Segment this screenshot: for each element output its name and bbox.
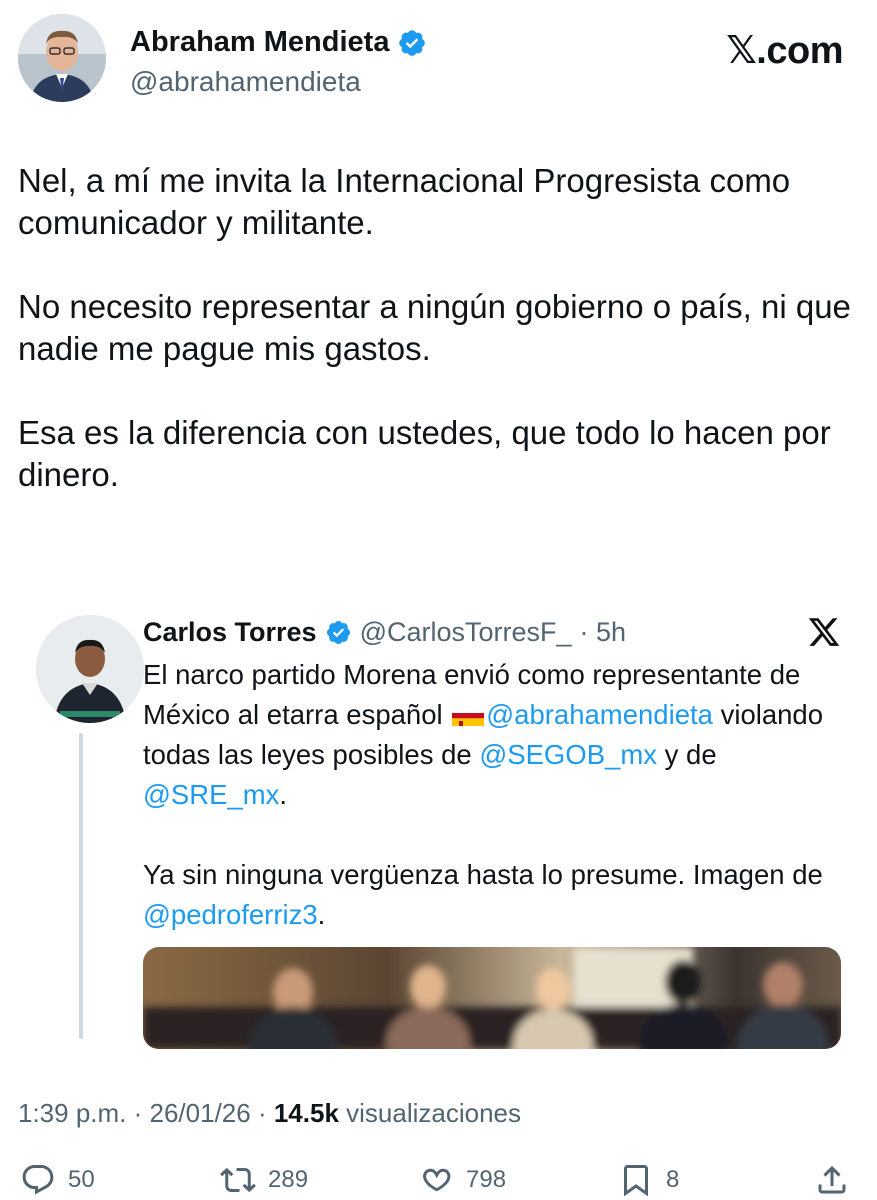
repost-button[interactable]: 289 xyxy=(220,1162,308,1198)
verified-badge-icon xyxy=(325,619,352,646)
views-count: 14.5k xyxy=(273,1098,339,1128)
views-label: visualizaciones xyxy=(338,1098,522,1128)
quoted-author-handle[interactable]: @CarlosTorresF_ xyxy=(360,617,572,648)
post-paragraph: No necesito representar a ningún gobiern… xyxy=(18,288,851,367)
quoted-author-name[interactable]: Carlos Torres xyxy=(143,617,317,648)
author-avatar[interactable] xyxy=(18,14,106,102)
reply-count: 50 xyxy=(68,1166,95,1193)
mention-link[interactable]: @SRE_mx xyxy=(143,779,279,810)
post-text: Nel, a mí me invita la Internacional Pro… xyxy=(18,160,858,538)
mention-link[interactable]: @abrahamendieta xyxy=(486,699,713,730)
post-meta: 1:39 p.m. · 26/01/26 · 14.5k visualizaci… xyxy=(18,1098,521,1129)
bookmark-icon xyxy=(624,1165,648,1197)
quoted-text-segment: . xyxy=(279,779,288,810)
mention-link[interactable]: @SEGOB_mx xyxy=(479,739,657,770)
share-icon xyxy=(818,1165,846,1194)
quoted-author-avatar[interactable] xyxy=(36,615,144,723)
spain-flag-icon xyxy=(452,705,485,726)
share-button[interactable] xyxy=(814,1162,850,1198)
like-count: 798 xyxy=(466,1166,507,1193)
like-button[interactable]: 798 xyxy=(418,1162,506,1198)
x-com-logo: 𝕏.com xyxy=(726,30,843,72)
reply-button[interactable]: 50 xyxy=(20,1162,95,1198)
like-icon xyxy=(423,1168,451,1192)
meta-separator: · xyxy=(250,1098,274,1128)
post-time[interactable]: 1:39 p.m. xyxy=(18,1098,126,1128)
repost-count: 289 xyxy=(268,1166,309,1193)
post-paragraph: Nel, a mí me invita la Internacional Pro… xyxy=(18,162,791,241)
bookmark-button[interactable]: 8 xyxy=(618,1162,679,1198)
post-paragraph: Esa es la diferencia con ustedes, que to… xyxy=(18,414,831,493)
mention-link[interactable]: @pedroferriz3 xyxy=(143,899,318,930)
bookmark-count: 8 xyxy=(666,1166,680,1193)
author-handle[interactable]: @abrahamendieta xyxy=(130,66,361,98)
quoted-post[interactable]: Carlos Torres @CarlosTorresF_ · 5h El na… xyxy=(18,595,861,1075)
quoted-timestamp: · 5h xyxy=(579,617,627,647)
author-name-row: Abraham Mendieta xyxy=(130,26,427,59)
quoted-header: Carlos Torres @CarlosTorresF_ · 5h xyxy=(143,617,626,648)
post-header: Abraham Mendieta @abrahamendieta 𝕏.com xyxy=(18,14,863,106)
quoted-media-image[interactable] xyxy=(143,947,841,1049)
reply-icon xyxy=(22,1165,54,1195)
verified-badge-icon xyxy=(397,28,427,58)
author-name[interactable]: Abraham Mendieta xyxy=(130,26,389,59)
quoted-text-segment: y de xyxy=(657,739,717,770)
quoted-text: El narco partido Morena envió como repre… xyxy=(143,655,853,975)
quoted-text-segment: . xyxy=(317,899,326,930)
post-date[interactable]: 26/01/26 xyxy=(150,1098,251,1128)
meta-separator: · xyxy=(126,1098,150,1128)
quoted-text-segment: Ya sin ninguna vergüenza hasta lo presum… xyxy=(143,859,823,890)
thread-line xyxy=(79,733,83,1039)
x-logo-icon xyxy=(807,615,841,649)
action-bar: 50 289 798 8 xyxy=(18,1162,858,1200)
repost-icon xyxy=(220,1167,256,1193)
